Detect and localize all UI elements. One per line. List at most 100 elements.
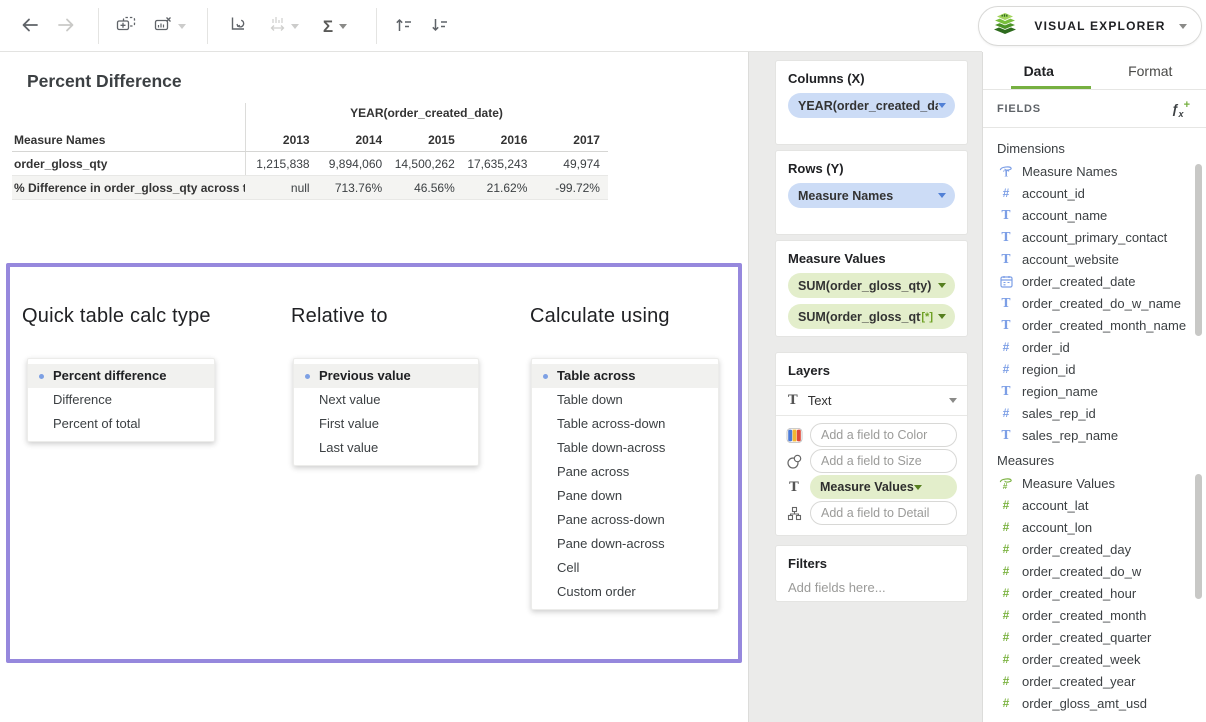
field-order-created-year[interactable]: #order_created_year [983,670,1206,692]
text-encoding-pill[interactable]: Measure Values [810,475,957,499]
number-field-icon: # [999,608,1013,622]
menu-item-percent-of-total[interactable]: Percent of total [28,412,214,436]
selected-dot-icon [39,374,44,379]
back-button[interactable] [16,12,44,40]
calc-type-heading: Quick table calc type [22,305,211,328]
chevron-down-icon [938,283,946,288]
table-cell: 713.76% [318,181,391,195]
sort-descending-button[interactable] [426,12,454,40]
swap-axes-icon [228,15,248,38]
measure-values-pill[interactable]: SUM(order_gloss_qty) [788,273,955,298]
rows-pill[interactable]: Measure Names [788,183,955,208]
field-order-id[interactable]: #order_id [983,336,1206,358]
tab-data[interactable]: Data [983,52,1095,89]
measures-scrollbar-thumb[interactable] [1195,474,1202,599]
forward-button [52,12,80,40]
new-visualization-icon [115,15,137,38]
swap-axes-button[interactable] [224,12,252,40]
filters-drop-target[interactable]: Add fields here... [776,578,967,607]
menu-item-last-value[interactable]: Last value [294,436,478,460]
field-account-lon[interactable]: #account_lon [983,516,1206,538]
menu-item-table-across-down[interactable]: Table across-down [532,412,718,436]
field-order-created-month[interactable]: #order_created_month [983,604,1206,626]
text-encoding-icon: T [785,480,803,495]
tab-format[interactable]: Format [1095,52,1206,89]
number-field-icon: # [999,406,1013,420]
field-account-website[interactable]: Taccount_website [983,248,1206,270]
rows-shelf-title: Rows (Y) [776,151,967,183]
dimensions-scrollbar-thumb[interactable] [1195,164,1202,336]
add-calculated-field-button[interactable]: ƒx+ [1171,99,1190,119]
column-group-label: YEAR(order_created_date) [245,106,608,120]
field-order-created-hour[interactable]: #order_created_hour [983,582,1206,604]
table-cell: 49,974 [535,157,608,171]
text-layer-icon: T [788,393,798,408]
selected-dot-icon [305,374,310,379]
layer-type-dropdown[interactable]: T Text [776,386,967,415]
clear-visualization-button[interactable] [148,12,190,40]
selected-dot-icon [543,374,548,379]
field-order-created-month-name[interactable]: Torder_created_month_name [983,314,1206,336]
field-order-created-quarter[interactable]: #order_created_quarter [983,626,1206,648]
color-drop-target[interactable]: Add a field to Color [810,423,957,447]
back-arrow-icon [20,16,40,37]
field-order-created-date[interactable]: order_created_date [983,270,1206,292]
fit-axes-button [262,12,304,40]
menu-item-table-across[interactable]: Table across [532,364,718,388]
measure-names-icon: T [999,164,1013,178]
measure-values-pill-calc[interactable]: SUM(order_gloss_qty) [*] [788,304,955,329]
sort-ascending-button[interactable] [390,12,418,40]
table-row: % Difference in order_gloss_qty across t… [12,176,608,200]
visual-explorer-app: Σ [0,0,1206,722]
number-field-icon: # [999,498,1013,512]
menu-item-cell[interactable]: Cell [532,556,718,580]
size-drop-target[interactable]: Add a field to Size [810,449,957,473]
menu-item-previous-value[interactable]: Previous value [294,364,478,388]
field-measure-names[interactable]: T Measure Names [983,160,1206,182]
number-field-icon: # [999,674,1013,688]
field-order-created-day[interactable]: #order_created_day [983,538,1206,560]
detail-drop-target[interactable]: Add a field to Detail [810,501,957,525]
menu-item-percent-difference[interactable]: Percent difference [28,364,214,388]
filters-shelf-title: Filters [776,546,967,578]
dimensions-list: T Measure Names #account_id Taccount_nam… [983,160,1206,444]
menu-item-first-value[interactable]: First value [294,412,478,436]
toolbar: Σ [0,0,1206,52]
columns-pill[interactable]: YEAR(order_created_date) [788,93,955,118]
field-order-created-week[interactable]: #order_created_week [983,648,1206,670]
dimensions-label: Dimensions [983,128,1206,160]
menu-item-table-down[interactable]: Table down [532,388,718,412]
field-account-primary-contact[interactable]: Taccount_primary_contact [983,226,1206,248]
data-table: Measure Names 2013 2014 2015 2016 2017 o… [12,128,608,200]
field-sales-rep-id[interactable]: #sales_rep_id [983,402,1206,424]
field-sales-rep-name[interactable]: Tsales_rep_name [983,424,1206,444]
field-account-id[interactable]: #account_id [983,182,1206,204]
field-account-lat[interactable]: #account_lat [983,494,1206,516]
app-switcher-button[interactable]: VISUAL EXPLORER [978,6,1202,46]
menu-item-difference[interactable]: Difference [28,388,214,412]
visual-explorer-logo [989,8,1021,45]
panel-tabs: Data Format [983,52,1206,90]
field-order-created-do-w[interactable]: #order_created_do_w [983,560,1206,582]
field-order-gloss-amt-usd[interactable]: #order_gloss_amt_usd [983,692,1206,714]
field-account-name[interactable]: Taccount_name [983,204,1206,226]
rows-shelf: Rows (Y) Measure Names [775,150,968,235]
menu-item-custom-order[interactable]: Custom order [532,580,718,604]
menu-item-pane-down[interactable]: Pane down [532,484,718,508]
main-area: Percent Difference YEAR(order_created_da… [0,52,1206,722]
measures-label: Measures [983,444,1206,472]
menu-item-next-value[interactable]: Next value [294,388,478,412]
field-region-name[interactable]: Tregion_name [983,380,1206,402]
new-visualization-button[interactable] [112,12,140,40]
sort-ascending-icon [394,16,414,37]
menu-item-table-down-across[interactable]: Table down-across [532,436,718,460]
field-order-created-do-w-name[interactable]: Torder_created_do_w_name [983,292,1206,314]
menu-item-pane-down-across[interactable]: Pane down-across [532,532,718,556]
field-measure-values[interactable]: # Measure Values [983,472,1206,494]
aggregate-button[interactable]: Σ [314,12,356,40]
menu-item-pane-across-down[interactable]: Pane across-down [532,508,718,532]
menu-item-pane-across[interactable]: Pane across [532,460,718,484]
table-cell: 46.56% [390,181,463,195]
clear-visualization-icon [153,15,175,38]
field-region-id[interactable]: #region_id [983,358,1206,380]
